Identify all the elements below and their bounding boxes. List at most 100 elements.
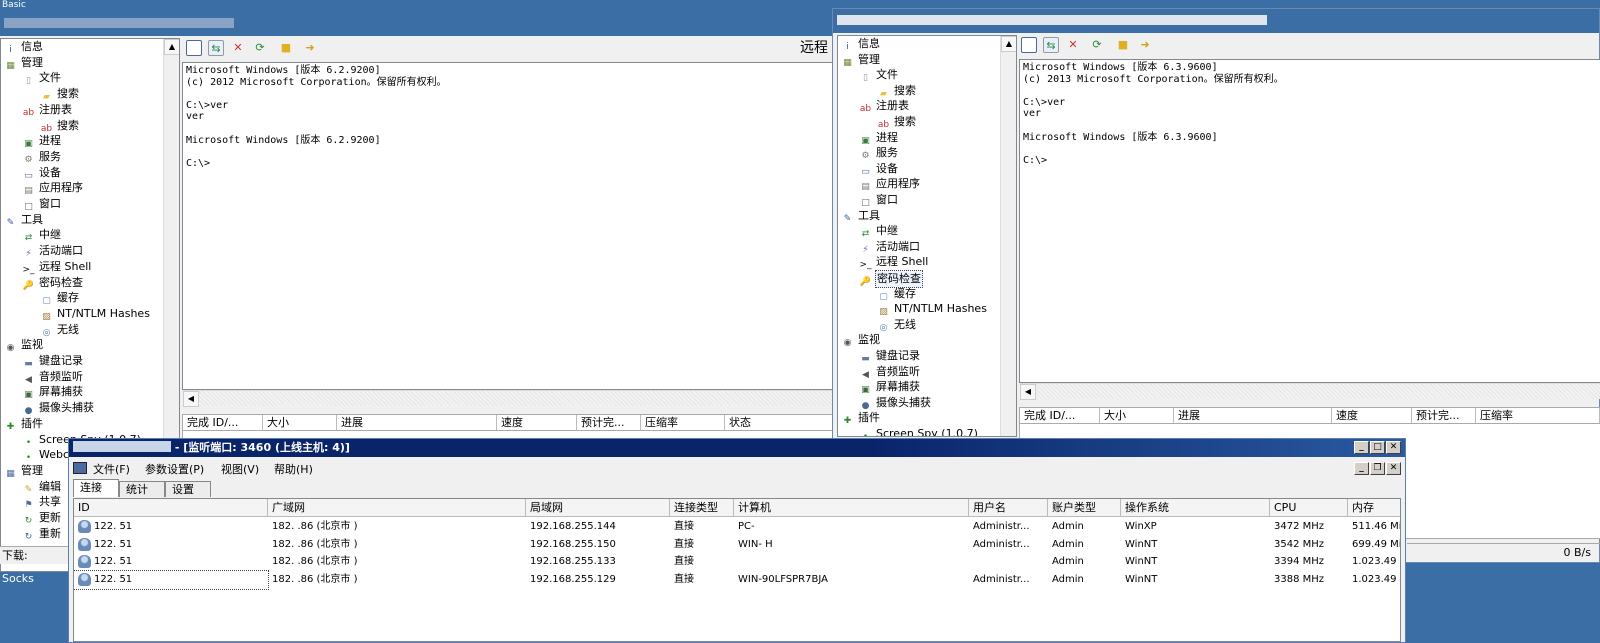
- left-remote-shell-console[interactable]: Microsoft Windows [版本 6.2.9200] (c) 2012 …: [182, 62, 836, 390]
- menu-view[interactable]: 视图(V): [221, 461, 259, 477]
- right-console-hscroll[interactable]: ◀: [1020, 383, 1600, 400]
- tree-node[interactable]: ▣ 进程: [22, 133, 62, 149]
- tree-node[interactable]: ✎ 工具: [841, 208, 881, 224]
- tree-node[interactable]: ▦ 管理: [4, 463, 44, 479]
- right-remote-shell-console[interactable]: Microsoft Windows [版本 6.3.9600] (c) 2013 …: [1019, 59, 1600, 383]
- tree-node[interactable]: ▭ 设备: [22, 165, 62, 181]
- right-tree-scrollbar[interactable]: ▲: [1000, 36, 1016, 436]
- transfer-column-header[interactable]: 完成 ID/...: [1020, 408, 1100, 423]
- tab-settings[interactable]: 设置: [165, 481, 211, 497]
- tree-node[interactable]: ◀ 音频监听: [859, 364, 921, 380]
- menu-settings[interactable]: 参数设置(P): [145, 461, 204, 477]
- tree-node[interactable]: ⚙ 服务: [22, 149, 62, 165]
- scroll-up-icon[interactable]: ▲: [1001, 36, 1016, 52]
- tree-node[interactable]: ◎ 无线: [40, 322, 80, 338]
- tree-node[interactable]: ▣ 进程: [859, 130, 899, 146]
- minimize-button[interactable]: _: [1354, 441, 1369, 454]
- tree-node[interactable]: ▣ 屏幕捕获: [22, 384, 84, 400]
- transfer-column-header[interactable]: 速度: [1332, 408, 1412, 423]
- connect-icon[interactable]: ⇆: [208, 40, 224, 56]
- tree-node[interactable]: □ 窗口: [859, 192, 899, 208]
- tree-node[interactable]: ↻ 更新: [22, 510, 62, 526]
- tree-node[interactable]: ▤ 应用程序: [859, 176, 921, 192]
- tree-node[interactable]: ⚡ 活动端口: [22, 243, 84, 259]
- tree-node[interactable]: ⇄ 中继: [859, 223, 899, 239]
- column-header[interactable]: 内存: [1348, 499, 1400, 517]
- host-row[interactable]: 122. 51 182. .86 (北京市 ) 192.168.255.129 直接 W…: [74, 569, 1400, 590]
- transfer-column-header[interactable]: 预计完...: [577, 415, 641, 430]
- tree-node[interactable]: ◀ 音频监听: [22, 369, 84, 385]
- tree-node[interactable]: ⚑ 共享: [22, 494, 62, 510]
- tree-node[interactable]: ✚ 插件: [4, 416, 44, 432]
- app-menu-icon[interactable]: [73, 462, 87, 474]
- tree-node[interactable]: ▨ NT/NTLM Hashes: [40, 306, 151, 322]
- tree-node[interactable]: >_ 远程 Shell: [22, 259, 92, 275]
- scroll-left-icon[interactable]: ◀: [1020, 384, 1036, 400]
- transfer-column-header[interactable]: 压缩率: [1476, 408, 1600, 423]
- mdi-minimize-button[interactable]: _: [1354, 462, 1369, 475]
- transfer-column-header[interactable]: 速度: [497, 415, 577, 430]
- tree-node[interactable]: ▣ 屏幕捕获: [859, 379, 921, 395]
- tree-node[interactable]: ● 摄像头捕获: [22, 400, 95, 416]
- column-header[interactable]: 广域网: [268, 499, 526, 517]
- right-feature-tree[interactable]: ▲ i 信息 ▦ 管理 ▯ 文件 ▰ 搜索 ab 注册表 ab 搜索 ▣ 进程 ⚙ 服务 ▭ 设备 ▤ 应用程序 □ 窗口…: [837, 35, 1017, 437]
- refresh-icon[interactable]: ⟳: [1089, 37, 1105, 53]
- tree-node[interactable]: ▦ 管理: [4, 55, 44, 71]
- transfer-column-header[interactable]: 进展: [1174, 408, 1332, 423]
- column-header[interactable]: ID: [74, 499, 268, 517]
- folder-icon[interactable]: ■: [278, 40, 294, 56]
- window-icon[interactable]: [186, 40, 202, 56]
- scroll-left-icon[interactable]: ◀: [183, 391, 199, 407]
- refresh-icon[interactable]: ⟳: [252, 40, 268, 56]
- tree-node[interactable]: ▦ 管理: [841, 52, 881, 68]
- tree-node[interactable]: ✎ 工具: [4, 212, 44, 228]
- column-header[interactable]: 操作系统: [1121, 499, 1270, 517]
- tree-node[interactable]: ▯ 文件: [859, 67, 899, 83]
- tree-node[interactable]: ● 摄像头捕获: [859, 395, 932, 411]
- tree-node[interactable]: ⇄ 中继: [22, 227, 62, 243]
- tree-node[interactable]: ▨ NT/NTLM Hashes: [877, 301, 988, 317]
- tree-node[interactable]: □ 窗口: [22, 196, 62, 212]
- disconnect-icon[interactable]: ✕: [1065, 37, 1081, 53]
- tree-node[interactable]: ▭ 设备: [859, 161, 899, 177]
- host-row[interactable]: 122. 51 182. .86 (北京市 ) 192.168.255.133 直接 A…: [74, 553, 1400, 571]
- column-header[interactable]: 局域网: [526, 499, 670, 517]
- tree-node[interactable]: ▢ 缓存: [40, 290, 80, 306]
- tree-node[interactable]: ▯ 文件: [22, 70, 62, 86]
- connect-icon[interactable]: ⇆: [1043, 37, 1059, 53]
- tree-node[interactable]: ab 注册表: [859, 98, 910, 114]
- folder-icon[interactable]: ■: [1115, 37, 1131, 53]
- host-row[interactable]: 122. 51 182. .86 (北京市 ) 192.168.255.144 直接 P…: [74, 518, 1400, 536]
- tree-node[interactable]: ab 注册表: [22, 102, 73, 118]
- tree-node[interactable]: ✚ 插件: [841, 410, 881, 426]
- mdi-restore-button[interactable]: ❐: [1370, 462, 1385, 475]
- maximize-button[interactable]: □: [1370, 441, 1385, 454]
- tree-node[interactable]: ◉ 监视: [4, 337, 44, 353]
- menu-file[interactable]: 文件(F): [93, 461, 130, 477]
- tree-node[interactable]: ab 搜索: [877, 114, 917, 130]
- transfer-column-header[interactable]: 大小: [1100, 408, 1174, 423]
- transfer-column-header[interactable]: 完成 ID/...: [183, 415, 263, 430]
- window-icon[interactable]: [1021, 37, 1037, 53]
- transfer-column-header[interactable]: 大小: [263, 415, 337, 430]
- tree-node[interactable]: >_ 远程 Shell: [859, 254, 929, 270]
- forward-icon[interactable]: ➜: [1137, 37, 1153, 53]
- tree-node[interactable]: ab 搜索: [40, 118, 80, 134]
- left-console-hscroll[interactable]: ◀: [183, 390, 835, 407]
- disconnect-icon[interactable]: ✕: [230, 40, 246, 56]
- host-row[interactable]: 122. 51 182. .86 (北京市 ) 192.168.255.150 直接 W…: [74, 536, 1400, 554]
- tree-node[interactable]: ⚙ 服务: [859, 145, 899, 161]
- tree-node[interactable]: ▢ 缓存: [877, 286, 917, 302]
- transfer-column-header[interactable]: 状态: [725, 415, 833, 430]
- tree-node[interactable]: i 信息: [4, 39, 44, 55]
- tree-node[interactable]: ✎ 编辑: [22, 479, 62, 495]
- close-button[interactable]: ✕: [1386, 441, 1401, 454]
- column-header[interactable]: 连接类型: [670, 499, 734, 517]
- tree-node[interactable]: 🔑 密码检查: [22, 275, 84, 291]
- column-header[interactable]: 账户类型: [1048, 499, 1121, 517]
- forward-icon[interactable]: ➜: [302, 40, 318, 56]
- tree-node[interactable]: ↻ 重新: [22, 526, 62, 542]
- host-list-titlebar[interactable]: - [监听端口: 3460 (上线主机: 4)] _ □ ✕: [69, 439, 1405, 457]
- menu-help[interactable]: 帮助(H): [274, 461, 313, 477]
- tree-node[interactable]: ⚡ 活动端口: [859, 239, 921, 255]
